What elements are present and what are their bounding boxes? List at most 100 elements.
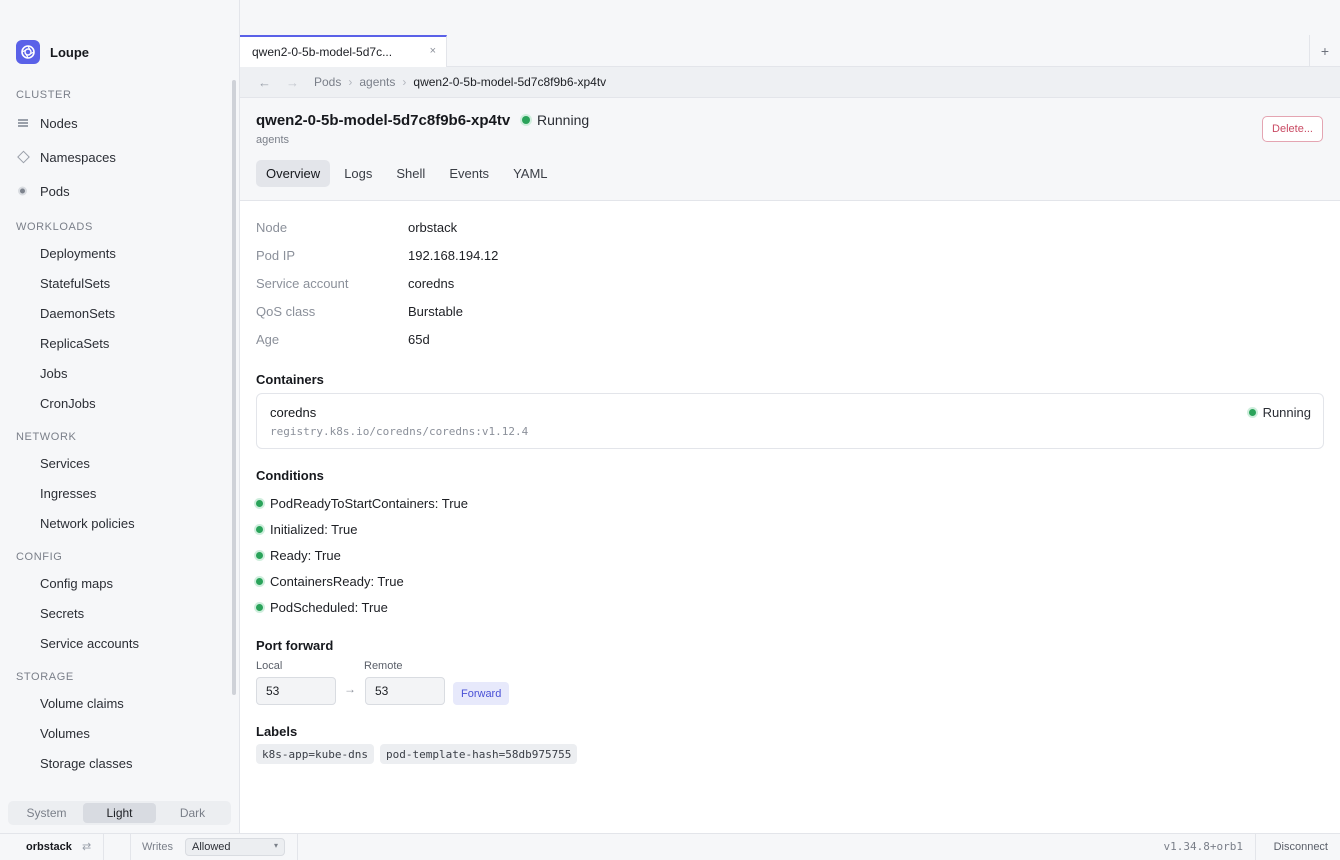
brand[interactable]: Loupe	[16, 40, 89, 64]
field-qos-class: QoS class Burstable	[256, 297, 463, 325]
tab-logs[interactable]: Logs	[334, 160, 382, 187]
divider	[1255, 834, 1256, 860]
status-dot-icon	[256, 499, 263, 507]
container-image: registry.k8s.io/coredns/coredns:v1.12.4	[270, 425, 529, 438]
delete-button[interactable]: Delete...	[1262, 116, 1323, 142]
condition-text: PodScheduled: True	[270, 599, 388, 615]
pod-header: qwen2-0-5b-model-5d7c8f9b6-xp4tv Running…	[240, 98, 1340, 201]
tab-strip: qwen2-0-5b-model-5d7c... × +	[240, 0, 1340, 67]
sidebar-item-config-maps[interactable]: Config maps	[0, 568, 232, 598]
container-card[interactable]: coredns registry.k8s.io/coredns/coredns:…	[256, 393, 1324, 449]
tab-pod-detail[interactable]: qwen2-0-5b-model-5d7c... ×	[240, 35, 447, 67]
theme-option-light[interactable]: Light	[83, 803, 156, 823]
status-dot-icon	[1248, 409, 1256, 416]
field-age: Age 65d	[256, 325, 430, 353]
field-value: 65d	[408, 331, 430, 347]
writes-select[interactable]: Allowed ▾	[185, 838, 285, 856]
remote-port-label: Remote	[364, 660, 403, 672]
sidebar-nav[interactable]: CLUSTER Nodes Namespaces Pods WORKLOADS …	[0, 80, 232, 795]
tab-label: qwen2-0-5b-model-5d7c...	[252, 45, 393, 59]
namespaces-icon	[17, 150, 30, 164]
sidebar-item-ingresses[interactable]: Ingresses	[0, 478, 232, 508]
context-switcher[interactable]: orbstack ⇄	[0, 834, 104, 860]
sidebar-item-pods[interactable]: Pods	[0, 174, 232, 208]
labels-heading: Labels	[256, 724, 298, 739]
close-icon[interactable]: ×	[430, 45, 436, 57]
sidebar-item-label: Deployments	[40, 245, 116, 261]
sidebar-item-volume-claims[interactable]: Volume claims	[0, 688, 232, 718]
sidebar-item-label: CronJobs	[40, 395, 96, 411]
sidebar-scrollbar[interactable]	[232, 80, 236, 695]
sidebar-item-label: Config maps	[40, 575, 113, 591]
field-service-account: Service account coredns	[256, 269, 454, 297]
forward-arrow-icon[interactable]: →	[286, 75, 314, 90]
app-name: Loupe	[50, 44, 89, 60]
status-badge: Running	[522, 112, 589, 128]
field-label: QoS class	[256, 303, 316, 319]
nav-section-workloads: WORKLOADS	[16, 221, 93, 233]
breadcrumb-namespace[interactable]: agents	[359, 75, 395, 89]
new-tab-button[interactable]: +	[1309, 35, 1340, 67]
sidebar-item-nodes[interactable]: Nodes	[0, 106, 232, 140]
breadcrumb-current: qwen2-0-5b-model-5d7c8f9b6-xp4tv	[413, 75, 607, 89]
container-name: coredns	[270, 405, 317, 420]
sidebar: Loupe CLUSTER Nodes Namespaces Pods WORK…	[0, 0, 240, 833]
sidebar-item-replicasets[interactable]: ReplicaSets	[0, 328, 232, 358]
tab-events[interactable]: Events	[439, 160, 499, 187]
sidebar-item-label: Service accounts	[40, 635, 139, 651]
theme-switcher: System Light Dark	[8, 801, 231, 825]
condition-item: PodScheduled: True	[256, 597, 388, 617]
sidebar-item-storage-classes[interactable]: Storage classes	[0, 748, 232, 778]
breadcrumb-separator: ›	[402, 75, 407, 89]
field-label: Service account	[256, 275, 349, 291]
writes-label: Writes	[142, 841, 173, 853]
page-title: qwen2-0-5b-model-5d7c8f9b6-xp4tv	[256, 112, 511, 129]
sidebar-item-services[interactable]: Services	[0, 448, 232, 478]
forward-button[interactable]: Forward	[453, 682, 510, 705]
loupe-logo-icon	[16, 40, 40, 64]
sidebar-item-secrets[interactable]: Secrets	[0, 598, 232, 628]
nodes-icon	[18, 119, 28, 127]
sidebar-item-cronjobs[interactable]: CronJobs	[0, 388, 232, 418]
local-port-input[interactable]	[256, 677, 336, 705]
sidebar-item-label: Namespaces	[40, 149, 116, 165]
status-dot-icon	[522, 116, 530, 124]
theme-option-dark[interactable]: Dark	[156, 803, 229, 823]
field-label: Pod IP	[256, 247, 296, 263]
condition-text: Initialized: True	[270, 521, 358, 537]
sidebar-item-label: StatefulSets	[40, 275, 111, 291]
sidebar-item-label: DaemonSets	[40, 305, 116, 321]
tab-yaml[interactable]: YAML	[503, 160, 557, 187]
arrow-right-icon: →	[344, 682, 356, 696]
switch-context-icon: ⇄	[82, 841, 92, 853]
sidebar-item-volumes[interactable]: Volumes	[0, 718, 232, 748]
field-pod-ip: Pod IP 192.168.194.12	[256, 241, 498, 269]
breadcrumb-pods[interactable]: Pods	[314, 75, 341, 89]
sidebar-item-deployments[interactable]: Deployments	[0, 238, 232, 268]
local-port-label: Local	[256, 660, 283, 672]
sidebar-item-label: Jobs	[40, 365, 68, 381]
condition-item: PodReadyToStartContainers: True	[256, 493, 468, 513]
sidebar-item-label: Volume claims	[40, 695, 124, 711]
theme-option-system[interactable]: System	[10, 803, 83, 823]
label-chip: pod-template-hash=58db975755	[380, 744, 578, 764]
back-arrow-icon[interactable]: ←	[258, 75, 286, 90]
sidebar-item-statefulsets[interactable]: StatefulSets	[0, 268, 232, 298]
disconnect-button[interactable]: Disconnect	[1274, 841, 1328, 853]
sidebar-item-jobs[interactable]: Jobs	[0, 358, 232, 388]
tab-shell[interactable]: Shell	[386, 160, 435, 187]
context-name: orbstack	[26, 841, 72, 853]
condition-item: Ready: True	[256, 545, 341, 565]
sidebar-item-namespaces[interactable]: Namespaces	[0, 140, 232, 174]
tab-overview[interactable]: Overview	[256, 160, 331, 187]
status-dot-icon	[256, 525, 263, 533]
sidebar-item-daemonsets[interactable]: DaemonSets	[0, 298, 232, 328]
remote-port-input[interactable]	[365, 677, 445, 705]
sidebar-item-label: Services	[40, 455, 90, 471]
breadcrumb-separator: ›	[348, 75, 353, 89]
sidebar-item-label: Pods	[40, 183, 70, 199]
nav-section-network: NETWORK	[16, 431, 77, 443]
sidebar-item-network-policies[interactable]: Network policies	[0, 508, 232, 538]
pods-icon	[18, 186, 27, 196]
sidebar-item-service-accounts[interactable]: Service accounts	[0, 628, 232, 658]
